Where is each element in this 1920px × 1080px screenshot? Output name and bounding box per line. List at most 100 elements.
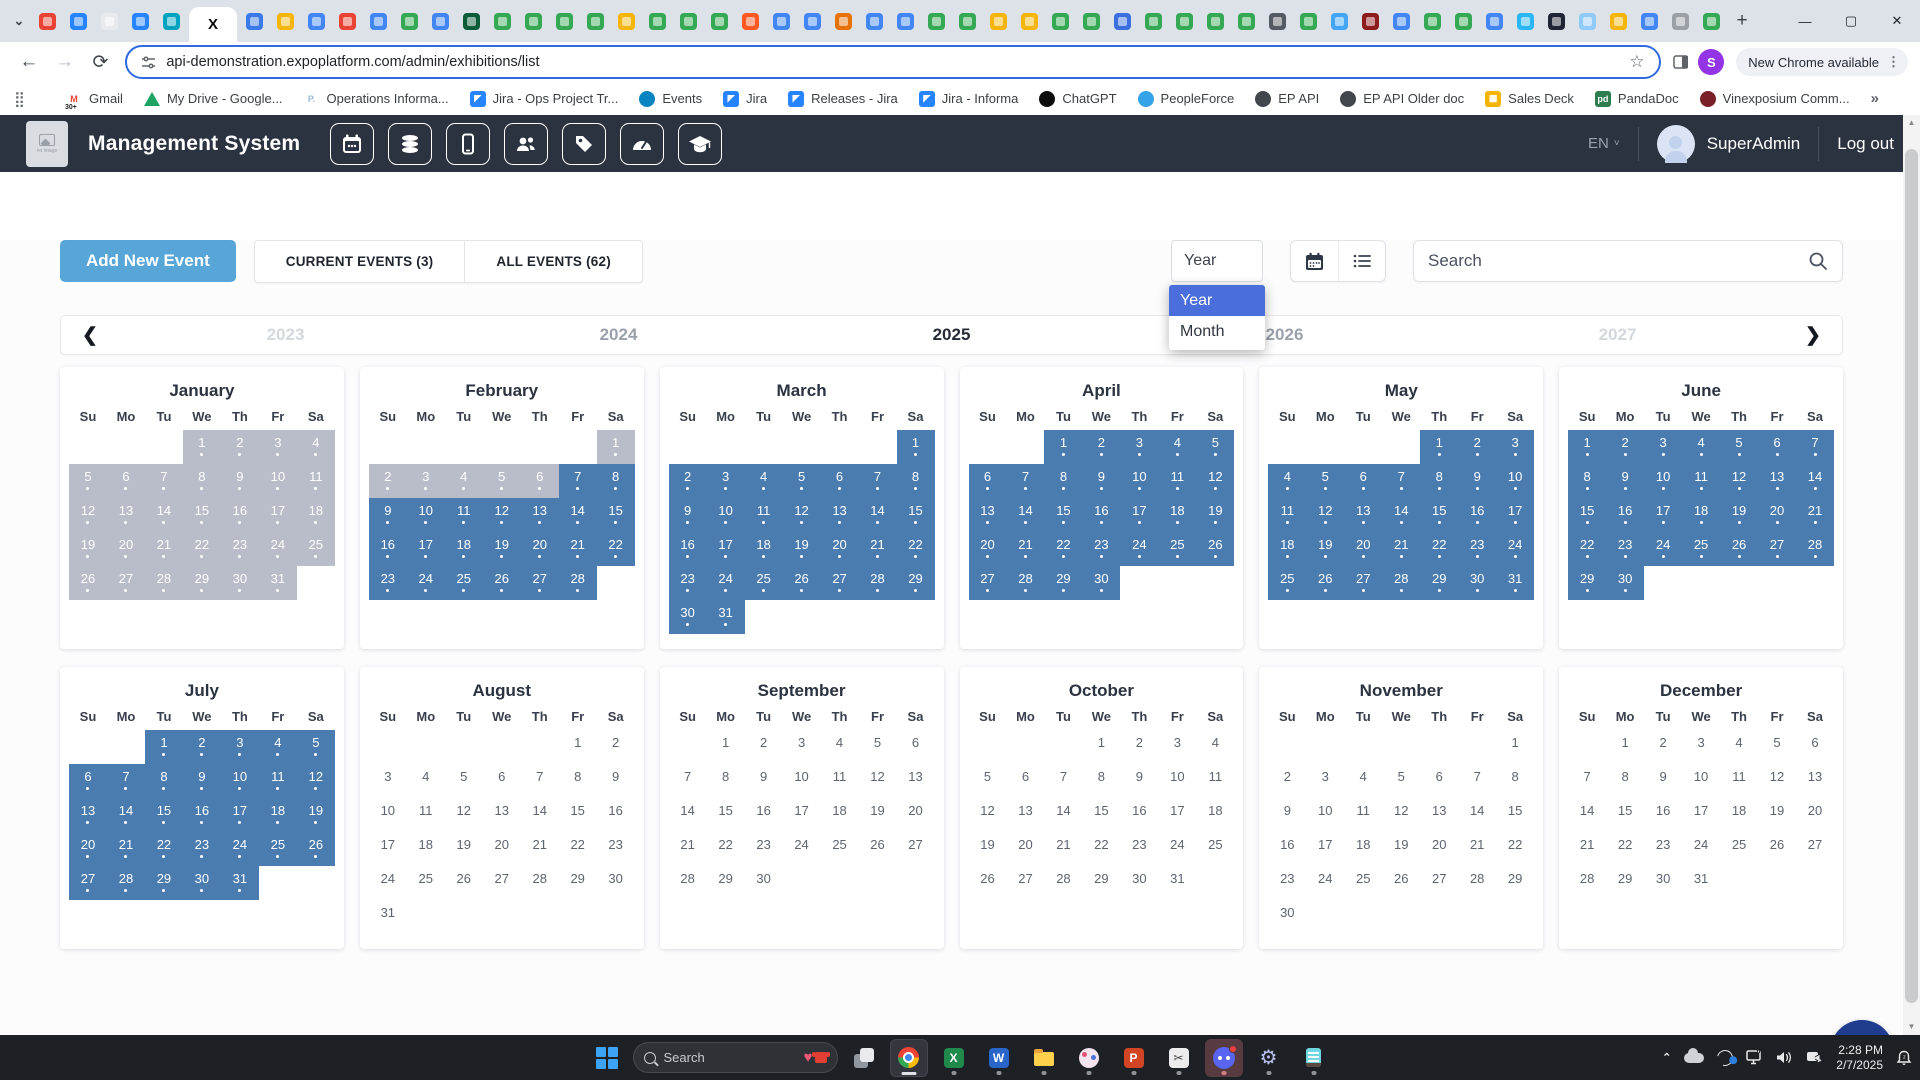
- day-cell[interactable]: 11: [1158, 464, 1196, 498]
- input-language-icon[interactable]: [1806, 1050, 1823, 1065]
- day-cell[interactable]: 6: [521, 464, 559, 498]
- day-cell[interactable]: 14: [669, 798, 707, 832]
- day-cell[interactable]: 1: [1420, 430, 1458, 464]
- browser-tab[interactable]: [983, 6, 1014, 37]
- day-cell[interactable]: 15: [1420, 498, 1458, 532]
- day-cell[interactable]: 27: [969, 566, 1007, 600]
- day-cell[interactable]: 31: [221, 866, 259, 900]
- day-cell[interactable]: 22: [183, 532, 221, 566]
- start-button[interactable]: [588, 1039, 626, 1077]
- day-cell[interactable]: 25: [821, 832, 859, 866]
- taskbar-paint-icon[interactable]: [1070, 1039, 1108, 1077]
- day-cell[interactable]: 12: [1196, 464, 1234, 498]
- day-cell[interactable]: 16: [597, 798, 635, 832]
- day-cell[interactable]: 10: [369, 798, 407, 832]
- day-cell[interactable]: 14: [1382, 498, 1420, 532]
- list-view-button[interactable]: [1338, 241, 1385, 281]
- browser-tab[interactable]: [952, 6, 983, 37]
- day-cell[interactable]: 3: [1120, 430, 1158, 464]
- day-cell[interactable]: 5: [297, 730, 335, 764]
- browser-tab[interactable]: [921, 6, 952, 37]
- day-cell[interactable]: 29: [1496, 866, 1534, 900]
- day-cell[interactable]: 11: [259, 764, 297, 798]
- day-cell[interactable]: 4: [1344, 764, 1382, 798]
- browser-tab[interactable]: [1107, 6, 1138, 37]
- bookmark-item[interactable]: ◤Jira: [723, 91, 767, 107]
- day-cell[interactable]: 16: [183, 798, 221, 832]
- day-cell[interactable]: 11: [1344, 798, 1382, 832]
- day-cell[interactable]: 11: [1268, 498, 1306, 532]
- day-cell[interactable]: 8: [1044, 464, 1082, 498]
- browser-tab[interactable]: [1634, 6, 1665, 37]
- day-cell[interactable]: 20: [821, 532, 859, 566]
- tray-chevron-icon[interactable]: ⌃: [1662, 1051, 1671, 1064]
- day-cell[interactable]: 16: [1120, 798, 1158, 832]
- day-cell[interactable]: 24: [1306, 866, 1344, 900]
- day-cell[interactable]: 18: [821, 798, 859, 832]
- day-cell[interactable]: 8: [1606, 764, 1644, 798]
- taskbar-discord-icon[interactable]: [1205, 1039, 1243, 1077]
- day-cell[interactable]: 8: [183, 464, 221, 498]
- browser-tab[interactable]: [1169, 6, 1200, 37]
- day-cell[interactable]: 27: [1420, 866, 1458, 900]
- browser-tab[interactable]: [1355, 6, 1386, 37]
- day-cell[interactable]: 26: [1196, 532, 1234, 566]
- browser-tab[interactable]: [549, 6, 580, 37]
- browser-tab[interactable]: [642, 6, 673, 37]
- view-option-year[interactable]: Year: [1169, 285, 1265, 316]
- day-cell[interactable]: 6: [1758, 430, 1796, 464]
- day-cell[interactable]: 9: [669, 498, 707, 532]
- year-2027[interactable]: 2027: [1451, 325, 1784, 345]
- day-cell[interactable]: 21: [1796, 498, 1834, 532]
- day-cell[interactable]: 27: [1344, 566, 1382, 600]
- day-cell[interactable]: 22: [1496, 832, 1534, 866]
- day-cell[interactable]: 11: [1196, 764, 1234, 798]
- browser-tab[interactable]: [32, 6, 63, 37]
- day-cell[interactable]: 2: [745, 730, 783, 764]
- day-cell[interactable]: 12: [783, 498, 821, 532]
- day-cell[interactable]: 1: [1082, 730, 1120, 764]
- day-cell[interactable]: 20: [1758, 498, 1796, 532]
- day-cell[interactable]: 12: [1382, 798, 1420, 832]
- day-cell[interactable]: 31: [707, 600, 745, 634]
- day-cell[interactable]: 12: [69, 498, 107, 532]
- day-cell[interactable]: 7: [1796, 430, 1834, 464]
- day-cell[interactable]: 20: [1006, 832, 1044, 866]
- day-cell[interactable]: 1: [1568, 430, 1606, 464]
- browser-tab[interactable]: [332, 6, 363, 37]
- day-cell[interactable]: 17: [707, 532, 745, 566]
- day-cell[interactable]: 24: [221, 832, 259, 866]
- day-cell[interactable]: 7: [145, 464, 183, 498]
- day-cell[interactable]: 12: [1306, 498, 1344, 532]
- day-cell[interactable]: 15: [597, 498, 635, 532]
- browser-tab[interactable]: [425, 6, 456, 37]
- day-cell[interactable]: 13: [1344, 498, 1382, 532]
- day-cell[interactable]: 13: [1420, 798, 1458, 832]
- day-cell[interactable]: 9: [597, 764, 635, 798]
- day-cell[interactable]: 27: [821, 566, 859, 600]
- day-cell[interactable]: 25: [445, 566, 483, 600]
- day-cell[interactable]: 29: [183, 566, 221, 600]
- bookmark-item[interactable]: My Drive - Google...: [144, 91, 283, 106]
- day-cell[interactable]: 17: [1158, 798, 1196, 832]
- browser-tab[interactable]: [611, 6, 642, 37]
- day-cell[interactable]: 28: [1458, 866, 1496, 900]
- day-cell[interactable]: 16: [1458, 498, 1496, 532]
- browser-tab[interactable]: [797, 6, 828, 37]
- day-cell[interactable]: 18: [445, 532, 483, 566]
- day-cell[interactable]: 4: [1720, 730, 1758, 764]
- day-cell[interactable]: 3: [407, 464, 445, 498]
- scroll-up-icon[interactable]: ▲: [1903, 115, 1920, 131]
- day-cell[interactable]: 22: [1044, 532, 1082, 566]
- day-cell[interactable]: 9: [369, 498, 407, 532]
- day-cell[interactable]: 23: [669, 566, 707, 600]
- day-cell[interactable]: 6: [897, 730, 935, 764]
- day-cell[interactable]: 21: [1458, 832, 1496, 866]
- day-cell[interactable]: 14: [107, 798, 145, 832]
- day-cell[interactable]: 25: [1720, 832, 1758, 866]
- day-cell[interactable]: 28: [1796, 532, 1834, 566]
- apps-grid-icon[interactable]: ⣿: [14, 90, 24, 108]
- bookmark-item[interactable]: EP API Older doc: [1340, 91, 1464, 107]
- scrollbar-thumb[interactable]: [1905, 149, 1918, 1003]
- day-cell[interactable]: 19: [1306, 532, 1344, 566]
